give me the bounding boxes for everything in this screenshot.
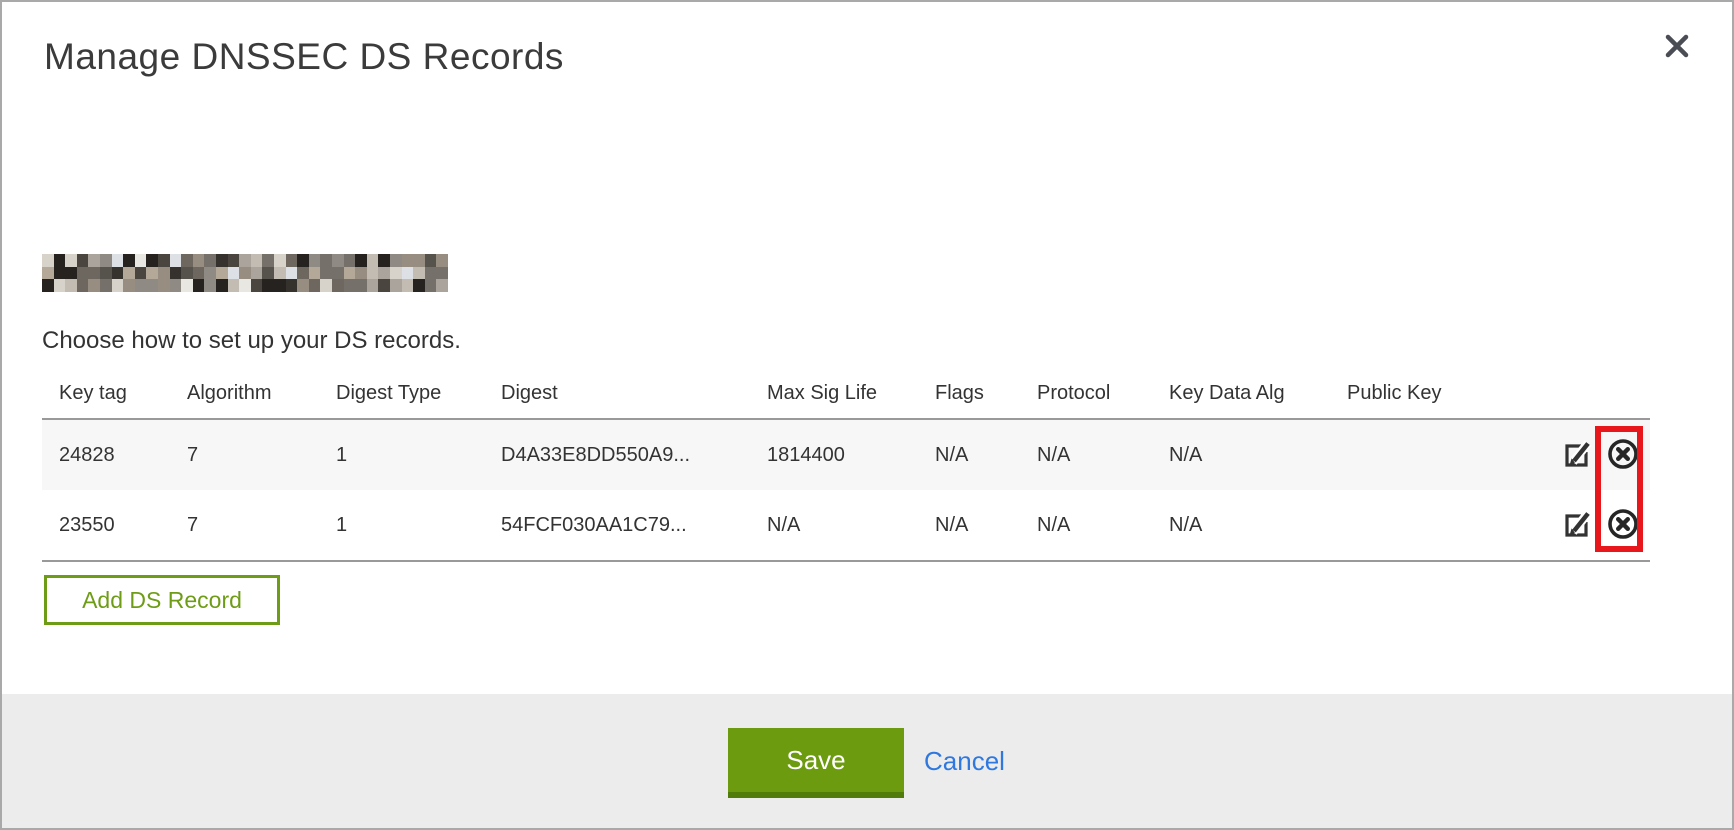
column-header-public-key: Public Key xyxy=(1330,382,1530,405)
column-header-digest-type: Digest Type xyxy=(319,382,484,405)
cell-flags: N/A xyxy=(918,444,1020,467)
cell-digest-type: 1 xyxy=(319,444,484,467)
table-bottom-border xyxy=(42,560,1650,562)
edit-record-button[interactable] xyxy=(1561,508,1593,543)
cell-digest: D4A33E8DD550A9... xyxy=(484,444,750,467)
cell-key-tag: 24828 xyxy=(42,444,170,467)
table-header-row: Key tag Algorithm Digest Type Digest Max… xyxy=(42,368,1650,420)
close-button[interactable] xyxy=(1661,31,1693,63)
cancel-link[interactable]: Cancel xyxy=(924,746,1005,777)
row-actions xyxy=(1530,490,1650,560)
redacted-domain-name xyxy=(42,254,448,292)
cell-digest: 54FCF030AA1C79... xyxy=(484,514,750,537)
cell-key-tag: 23550 xyxy=(42,514,170,537)
column-header-flags: Flags xyxy=(918,382,1020,405)
cell-protocol: N/A xyxy=(1020,444,1152,467)
ds-records-table: Key tag Algorithm Digest Type Digest Max… xyxy=(42,368,1650,562)
delete-record-button[interactable] xyxy=(1606,437,1640,474)
instruction-text: Choose how to set up your DS records. xyxy=(42,327,461,355)
table-row: 23550 7 1 54FCF030AA1C79... N/A N/A N/A … xyxy=(42,490,1650,560)
add-ds-record-button[interactable]: Add DS Record xyxy=(44,575,280,625)
delete-record-button[interactable] xyxy=(1606,507,1640,544)
delete-x-circle-icon xyxy=(1606,437,1640,474)
cell-algorithm: 7 xyxy=(170,444,319,467)
modal-footer: Save Cancel xyxy=(2,694,1732,828)
manage-dnssec-modal: Manage DNSSEC DS Records Choose how to s… xyxy=(0,0,1734,830)
column-header-key-data-alg: Key Data Alg xyxy=(1152,382,1330,405)
cell-protocol: N/A xyxy=(1020,514,1152,537)
cell-flags: N/A xyxy=(918,514,1020,537)
edit-icon xyxy=(1561,438,1593,473)
edit-icon xyxy=(1561,508,1593,543)
cell-key-data-alg: N/A xyxy=(1152,514,1330,537)
cell-max-sig-life: 1814400 xyxy=(750,444,918,467)
cell-algorithm: 7 xyxy=(170,514,319,537)
table-row: 24828 7 1 D4A33E8DD550A9... 1814400 N/A … xyxy=(42,420,1650,490)
column-header-digest: Digest xyxy=(484,382,750,405)
cell-max-sig-life: N/A xyxy=(750,514,918,537)
column-header-protocol: Protocol xyxy=(1020,382,1152,405)
row-actions xyxy=(1530,420,1650,490)
page-title: Manage DNSSEC DS Records xyxy=(44,36,564,78)
cell-digest-type: 1 xyxy=(319,514,484,537)
save-button[interactable]: Save xyxy=(728,728,904,798)
column-header-key-tag: Key tag xyxy=(42,382,170,405)
close-icon xyxy=(1663,48,1691,63)
delete-x-circle-icon xyxy=(1606,507,1640,544)
column-header-max-sig-life: Max Sig Life xyxy=(750,382,918,405)
cell-key-data-alg: N/A xyxy=(1152,444,1330,467)
edit-record-button[interactable] xyxy=(1561,438,1593,473)
column-header-algorithm: Algorithm xyxy=(170,382,319,405)
